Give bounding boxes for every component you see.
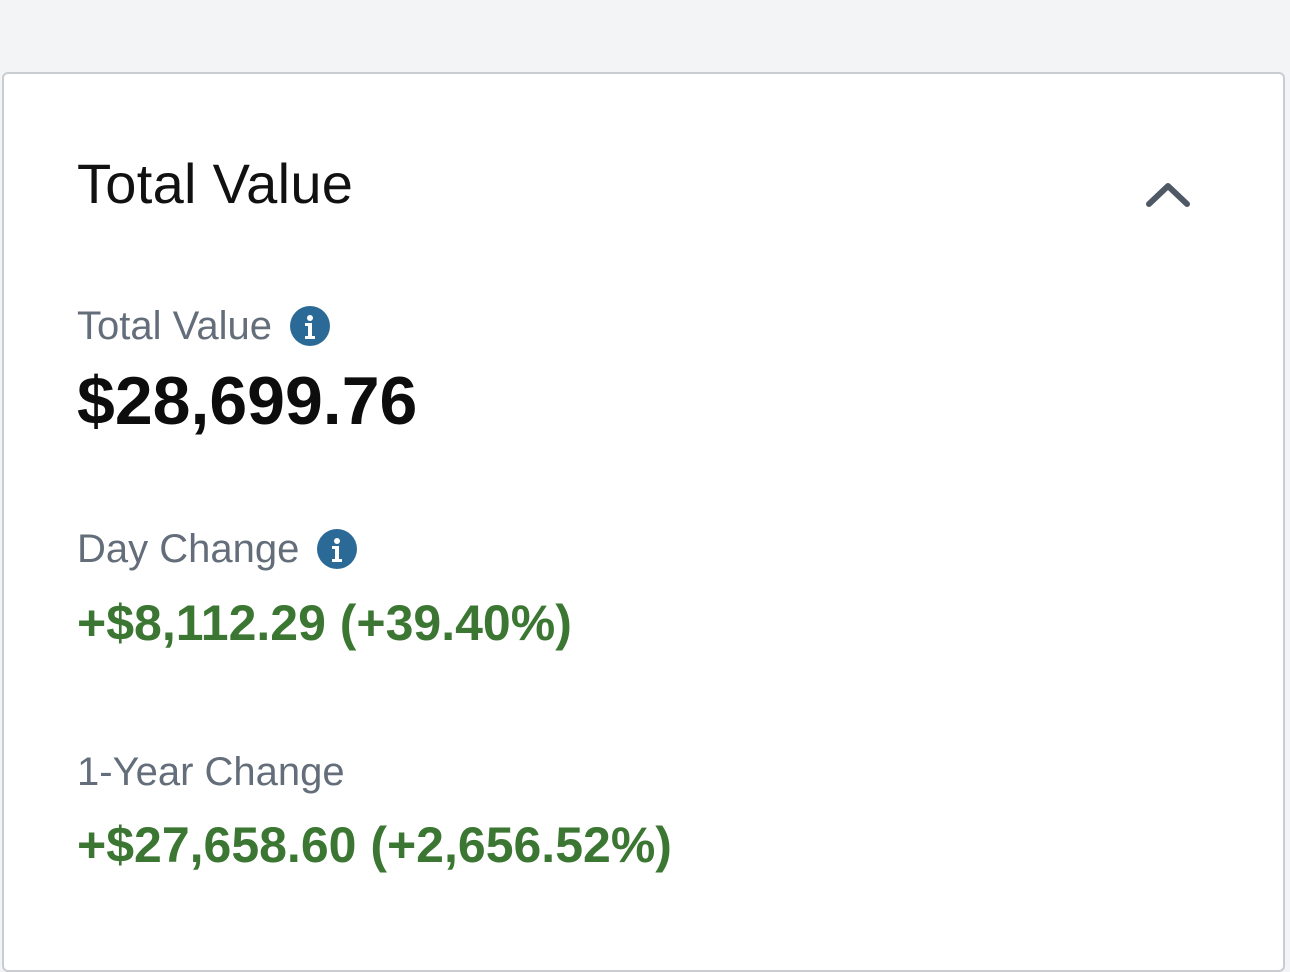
year-change-value: +$27,658.60 (+2,656.52%) (77, 817, 672, 873)
total-value-label: Total Value (77, 304, 272, 348)
day-change-value: +$8,112.29 (+39.40%) (77, 595, 572, 651)
year-change-label-row: 1-Year Change (77, 752, 345, 792)
collapse-button[interactable] (1136, 166, 1200, 222)
chevron-up-icon (1146, 183, 1190, 207)
day-change-label: Day Change (77, 527, 300, 571)
card-title: Total Value (77, 152, 354, 215)
info-icon[interactable] (317, 529, 358, 569)
total-value-label-row: Total Value (77, 306, 330, 346)
info-icon[interactable] (289, 306, 330, 346)
day-change-label-row: Day Change (77, 527, 358, 571)
total-value-card: Total Value Total Value $28,699.76 Day C… (2, 72, 1285, 972)
total-value-amount: $28,699.76 (77, 363, 418, 439)
year-change-label: 1-Year Change (77, 750, 345, 794)
